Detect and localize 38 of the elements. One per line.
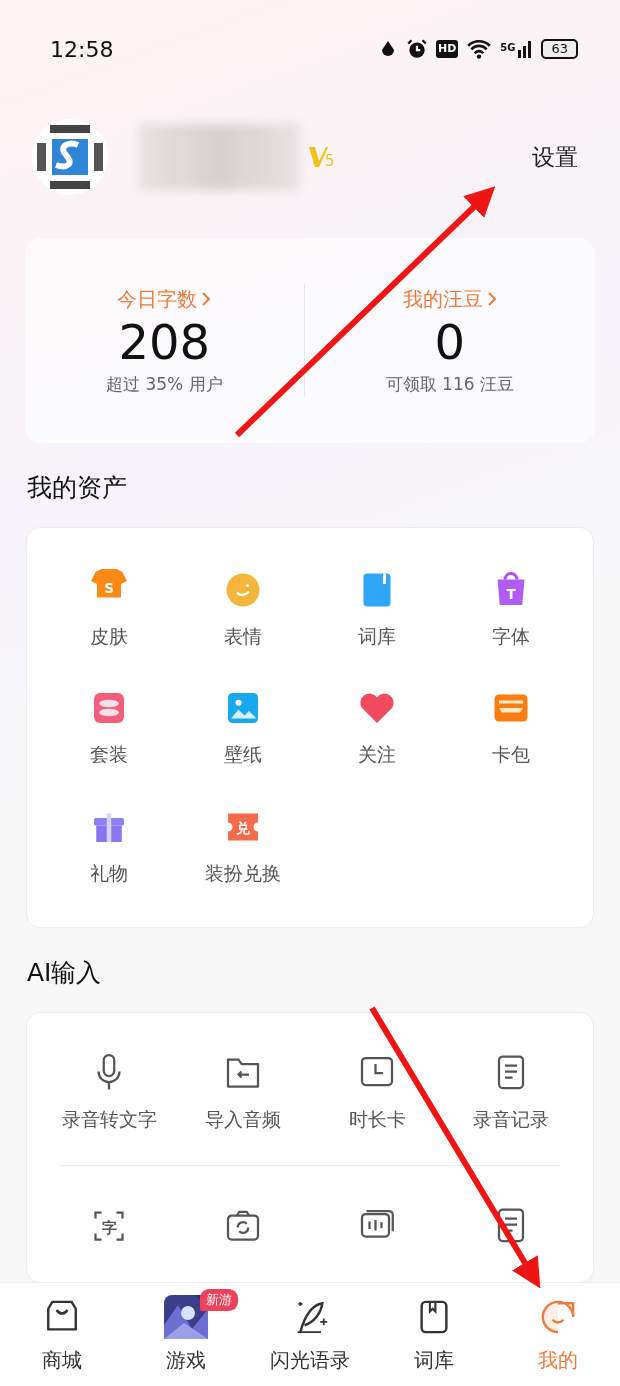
- clock-time: 12:58: [50, 35, 114, 64]
- grid-item[interactable]: 字: [42, 1202, 176, 1250]
- wifi-icon: [466, 38, 493, 60]
- grid-item[interactable]: 关注: [310, 684, 444, 769]
- grid-item[interactable]: 兑 装扮兑换: [176, 802, 310, 887]
- vip-level: 5: [308, 145, 335, 169]
- alarm-icon: [405, 38, 428, 60]
- nav-tab[interactable]: 商城: [0, 1283, 124, 1386]
- grid-item[interactable]: T 字体: [444, 565, 578, 650]
- new-badge: 新游: [200, 1289, 238, 1311]
- section-title: AI输入: [26, 957, 103, 989]
- section-title: 我的资产: [26, 472, 128, 504]
- stat-note: 可领取 116 汪豆: [385, 372, 514, 396]
- network-type: 5G: [500, 41, 516, 55]
- grid-item[interactable]: 礼物: [42, 802, 176, 887]
- grid-item[interactable]: S 皮肤: [42, 565, 176, 650]
- stat-note: 超过 35% 用户: [106, 372, 223, 396]
- grid-item[interactable]: 录音记录: [444, 1048, 578, 1133]
- stat-value: 208: [118, 313, 211, 372]
- grid-item[interactable]: 词库: [310, 565, 444, 650]
- nav-tab[interactable]: 新游 游戏: [124, 1283, 248, 1386]
- hd-indicator: HD: [435, 39, 459, 59]
- stat-value: 0: [434, 313, 466, 372]
- grid-item[interactable]: 套装: [42, 684, 176, 769]
- settings-link[interactable]: 设置: [532, 139, 578, 175]
- signal-icon: [517, 39, 534, 59]
- grid-item[interactable]: 导入音频: [176, 1048, 310, 1133]
- grid-item[interactable]: 录音转文字: [42, 1048, 176, 1133]
- chevron-icon: [201, 290, 212, 307]
- nav-tab[interactable]: 词库: [372, 1283, 496, 1386]
- battery-indicator: 63: [541, 39, 578, 59]
- nav-tab[interactable]: 闪光语录: [248, 1283, 372, 1386]
- grid-item[interactable]: 卡包: [444, 684, 578, 769]
- grid-item[interactable]: 时长卡: [310, 1048, 444, 1133]
- grid-item[interactable]: 表情: [176, 565, 310, 650]
- v-icon: [308, 145, 328, 169]
- chevron-icon: [486, 290, 497, 307]
- grid-item[interactable]: 壁纸: [176, 684, 310, 769]
